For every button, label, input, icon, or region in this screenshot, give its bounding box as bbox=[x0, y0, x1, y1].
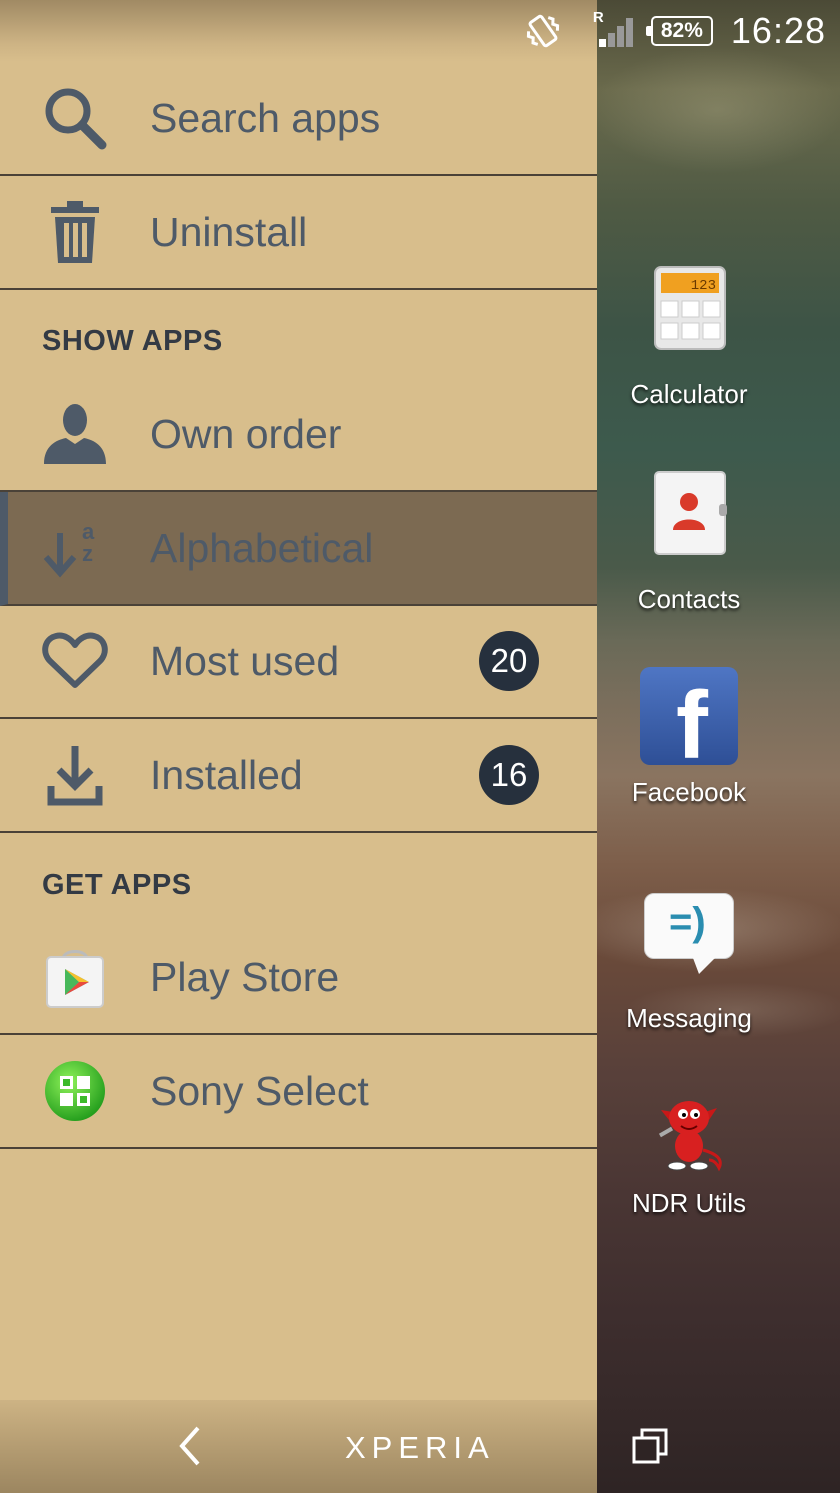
heart-icon bbox=[40, 626, 110, 696]
installed-count-badge: 16 bbox=[479, 745, 539, 805]
battery-icon: 82% bbox=[645, 16, 713, 46]
download-icon bbox=[40, 740, 110, 810]
facebook-glyph: f bbox=[676, 672, 708, 765]
search-apps-label: Search apps bbox=[150, 94, 381, 141]
calculator-icon: 123 bbox=[639, 265, 739, 365]
sony-select-label: Sony Select bbox=[150, 1067, 369, 1114]
status-bar: R 82% 16:28 bbox=[0, 0, 840, 62]
sony-select-icon bbox=[40, 1056, 110, 1126]
sort-az-icon: a z bbox=[40, 513, 110, 583]
most-used-count-badge: 20 bbox=[479, 631, 539, 691]
get-apps-header: GET APPS bbox=[42, 869, 192, 901]
alphabetical-label: Alphabetical bbox=[150, 524, 374, 571]
installed-label: Installed bbox=[150, 751, 303, 798]
xperia-brand: XPERIA bbox=[345, 1430, 495, 1465]
app-contacts[interactable]: Contacts bbox=[589, 470, 789, 615]
search-icon bbox=[40, 83, 110, 153]
navigation-bar-drawer-section bbox=[0, 1400, 597, 1493]
facebook-icon: f bbox=[639, 667, 739, 767]
contacts-icon bbox=[639, 470, 739, 570]
app-messaging[interactable]: =) Messaging bbox=[589, 885, 789, 1034]
facebook-label: Facebook bbox=[631, 777, 747, 807]
app-ndr-utils[interactable]: NDR Utils bbox=[589, 1080, 789, 1219]
calculator-label: Calculator bbox=[630, 379, 748, 409]
play-store-icon bbox=[40, 942, 110, 1012]
recent-apps-icon[interactable] bbox=[630, 1426, 670, 1466]
installed-item[interactable]: Installed 16 bbox=[0, 719, 597, 833]
own-order-label: Own order bbox=[150, 410, 342, 457]
search-apps-item[interactable]: Search apps bbox=[0, 62, 597, 176]
person-icon bbox=[40, 399, 110, 469]
uninstall-label: Uninstall bbox=[150, 208, 308, 255]
contacts-label: Contacts bbox=[637, 584, 741, 614]
signal-icon: R bbox=[593, 9, 637, 49]
ndr-utils-label: NDR Utils bbox=[631, 1188, 747, 1218]
messaging-glyph: =) bbox=[669, 900, 706, 944]
play-store-label: Play Store bbox=[150, 953, 340, 1000]
uninstall-item[interactable]: Uninstall bbox=[0, 176, 597, 290]
clock: 16:28 bbox=[730, 10, 826, 51]
battery-percent: 82% bbox=[660, 19, 703, 42]
play-store-item[interactable]: Play Store bbox=[0, 921, 597, 1035]
app-facebook[interactable]: f Facebook bbox=[589, 667, 789, 808]
trash-icon bbox=[40, 197, 110, 267]
most-used-item[interactable]: Most used 20 bbox=[0, 605, 597, 719]
show-apps-header: SHOW APPS bbox=[42, 325, 223, 357]
svg-text:z: z bbox=[82, 541, 93, 566]
vibrate-icon bbox=[526, 14, 559, 48]
sony-select-item[interactable]: Sony Select bbox=[0, 1035, 597, 1149]
calculator-display: 123 bbox=[691, 278, 716, 294]
devil-mascot-icon bbox=[639, 1080, 739, 1180]
app-drawer-menu: Search apps Uninstall SHOW APPS Own orde… bbox=[0, 0, 597, 1493]
own-order-item[interactable]: Own order bbox=[0, 378, 597, 492]
back-icon[interactable] bbox=[170, 1424, 210, 1468]
most-used-label: Most used bbox=[150, 637, 340, 684]
app-calculator[interactable]: 123 Calculator bbox=[589, 265, 789, 410]
messaging-icon: =) bbox=[639, 893, 739, 993]
navigation-bar: XPERIA bbox=[0, 1400, 840, 1493]
alphabetical-item[interactable]: a z Alphabetical bbox=[0, 492, 597, 606]
messaging-label: Messaging bbox=[626, 1003, 752, 1033]
